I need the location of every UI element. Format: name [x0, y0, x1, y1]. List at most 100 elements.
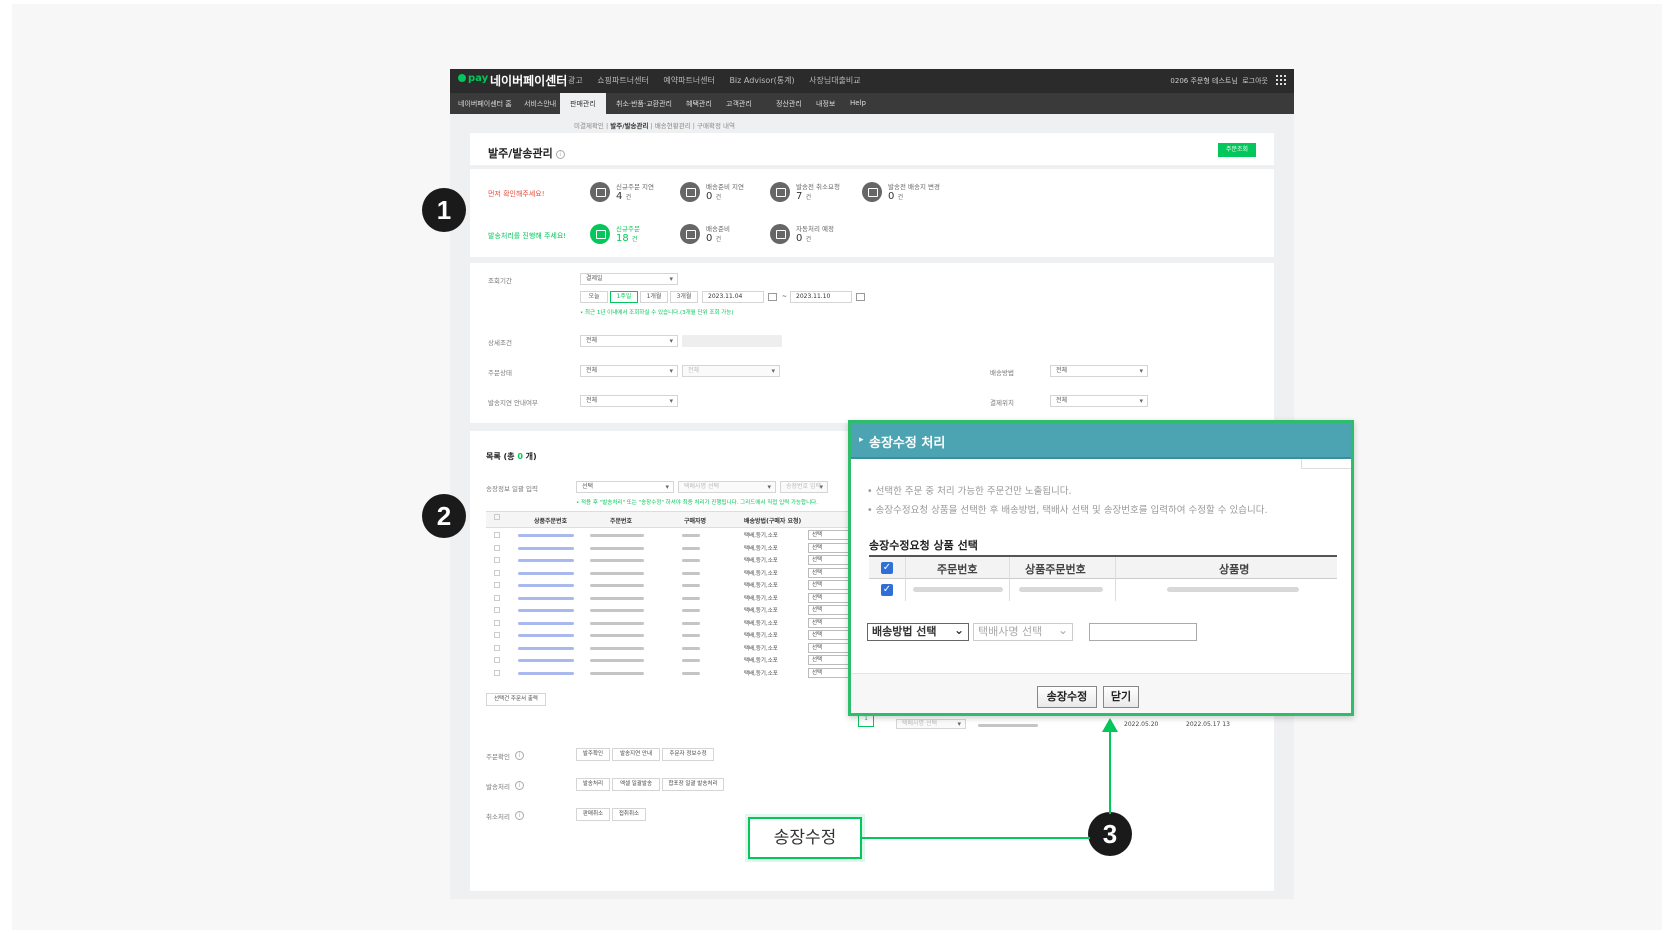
order-search-button[interactable]: 주문조회 [1218, 143, 1256, 157]
info-icon[interactable]: i [515, 751, 524, 760]
col-order-no[interactable]: 주문번호 [610, 516, 632, 525]
row-checkbox[interactable] [494, 594, 500, 601]
stat-prepare[interactable]: 배송준비 0 건 [680, 223, 770, 249]
subnav-customer[interactable]: 고객관리 [726, 99, 752, 109]
product-order-no-link[interactable] [518, 584, 574, 587]
product-order-no-link[interactable] [518, 596, 574, 600]
delay-notice-select[interactable]: 전체 [580, 395, 678, 407]
bulk-delivery-select[interactable]: 선택 [576, 481, 674, 493]
bulk-invoice-input[interactable]: 송장번호 입력 [780, 481, 828, 493]
logout-link[interactable]: 로그아웃 [1242, 77, 1268, 85]
row-checkbox[interactable] [494, 657, 500, 663]
subnav-settlement[interactable]: 정산관리 [776, 99, 802, 109]
stat-address-change[interactable]: 발송전 배송지 변경 0 건 [862, 181, 952, 207]
row-checkbox[interactable] [494, 569, 500, 576]
sale-cancel-button[interactable]: 판매취소 [576, 808, 610, 821]
payment-location-select[interactable]: 전체 [1050, 395, 1148, 407]
topnav-biz-advisor[interactable]: Biz Advisor(통계) [729, 76, 794, 85]
stat-auto-process[interactable]: 자동처리 예정 0 건 [770, 223, 860, 249]
product-order-no-link[interactable] [518, 534, 574, 537]
period-select[interactable]: 결제일 [580, 273, 678, 285]
confirm-order-button[interactable]: 발주확인 [576, 748, 610, 761]
date-from-input[interactable]: 2023.11.04 [702, 291, 764, 303]
period-1week[interactable]: 1주일 [610, 291, 638, 303]
select-all-checkbox[interactable] [494, 514, 500, 520]
product-order-no-link[interactable] [518, 634, 574, 637]
naverpay-logo[interactable]: pay [458, 73, 488, 84]
row-checkbox[interactable] [494, 544, 500, 551]
order-status-select[interactable]: 전체 [580, 365, 678, 377]
order-status-sub-select[interactable]: 전체 [682, 365, 780, 377]
subnav-sales[interactable]: 판매관리 [560, 93, 606, 114]
apps-grid-icon[interactable] [1276, 75, 1286, 85]
row-checkbox[interactable] [494, 619, 500, 626]
col-delivery-method[interactable]: 배송방법(구매자 요청) [744, 516, 801, 525]
subnav-cancel-return[interactable]: 취소·반품·교환관리 [616, 99, 672, 109]
invoice-edit-button[interactable]: 송장수정 [1037, 686, 1097, 708]
row-checkbox[interactable] [494, 532, 500, 538]
date-to-input[interactable]: 2023.11.10 [790, 291, 852, 303]
subnav-home[interactable]: 네이버페이센터 홈 [458, 99, 512, 109]
col-buyer[interactable]: 구매자명 [684, 516, 706, 525]
period-1month[interactable]: 1개월 [640, 291, 668, 303]
topnav-ad[interactable]: 광고 [568, 76, 583, 85]
product-order-no-link[interactable] [518, 659, 574, 662]
edit-buyer-info-button[interactable]: 주문자 정보수정 [662, 748, 714, 761]
thirdnav-delivery[interactable]: 배송현황관리 [655, 122, 691, 130]
row-checkbox[interactable] [494, 644, 500, 651]
delivery-method-select[interactable]: 전체 [1050, 365, 1148, 377]
period-today[interactable]: 오늘 [580, 291, 608, 303]
product-order-no-link[interactable] [518, 621, 574, 625]
popup-invoice-input[interactable] [1089, 623, 1197, 641]
stat-new-order-delay[interactable]: 신규주문 지연 4 건 [590, 181, 680, 207]
row-checkbox[interactable] [494, 557, 500, 563]
ship-button[interactable]: 발송처리 [576, 778, 610, 791]
detail-select[interactable]: 전체 [580, 335, 678, 347]
product-order-no-link[interactable] [518, 546, 574, 550]
subnav-benefit[interactable]: 혜택관리 [686, 99, 712, 109]
thirdnav-dispatch[interactable]: 발주/발송관리 [610, 122, 648, 130]
topnav-shopping[interactable]: 쇼핑파트너센터 [597, 76, 649, 85]
row-checkbox[interactable] [494, 582, 500, 588]
product-order-no-link[interactable] [518, 646, 574, 650]
thirdnav-unpaid[interactable]: 미결제확인 [574, 122, 604, 130]
popup-close-button[interactable]: 닫기 [1103, 686, 1139, 708]
info-icon[interactable]: i [515, 811, 524, 820]
row-checkbox[interactable] [494, 607, 500, 613]
calendar-icon[interactable] [768, 293, 777, 301]
calendar-icon[interactable] [856, 293, 865, 301]
delay-notice-button[interactable]: 발송지연 안내 [612, 748, 660, 761]
last-row-courier-select[interactable]: 택배사명 선택 [896, 719, 966, 729]
subnav-myinfo[interactable]: 내정보 [816, 99, 835, 109]
brand-title[interactable]: 네이버페이센터 [490, 72, 567, 89]
row-checkbox[interactable] [494, 632, 500, 638]
combined-ship-button[interactable]: 합포장 일괄 발송처리 [662, 778, 724, 791]
product-order-no-link[interactable] [518, 571, 574, 575]
info-icon[interactable]: i [515, 781, 524, 790]
topnav-reservation[interactable]: 예약파트너센터 [663, 76, 715, 85]
topnav-loan[interactable]: 사장님대출비교 [809, 76, 861, 85]
stat-cancel-request[interactable]: 발송전 취소요청 7 건 [770, 181, 860, 207]
popup-select-all-checkbox[interactable]: ✓ [881, 562, 893, 574]
info-icon[interactable]: i [555, 150, 565, 159]
receipt-cancel-button[interactable]: 접취취소 [612, 808, 646, 821]
col-product-order-no[interactable]: 상품주문번호 [534, 516, 567, 525]
product-order-no-link[interactable] [518, 609, 574, 612]
popup-delivery-method-select[interactable]: 배송방법 선택 [867, 622, 969, 641]
popup-row-checkbox[interactable]: ✓ [881, 584, 893, 596]
row-checkbox[interactable] [494, 669, 500, 676]
user-name[interactable]: 0206 주문형 테스트님 [1170, 77, 1237, 85]
product-order-no-link[interactable] [518, 559, 574, 562]
popup-courier-select[interactable]: 택배사명 선택 [973, 622, 1073, 641]
product-order-no-link[interactable] [518, 671, 574, 675]
detail-keyword-input[interactable] [682, 335, 782, 347]
subnav-help[interactable]: Help [850, 99, 866, 107]
period-3month[interactable]: 3개월 [670, 291, 698, 303]
thirdnav-purchase[interactable]: 구매확정 내역 [697, 122, 735, 130]
subnav-service[interactable]: 서비스안내 [524, 99, 556, 109]
stat-prepare-delay[interactable]: 배송준비 지연 0 건 [680, 181, 770, 207]
bulk-courier-select[interactable]: 택배사명 선택 [678, 481, 776, 493]
stat-new-order[interactable]: 신규주문 18 건 [590, 223, 680, 249]
print-order-button[interactable]: 선택건 주문서 출력 [486, 693, 546, 706]
excel-bulk-ship-button[interactable]: 엑셀 일괄발송 [612, 778, 660, 791]
